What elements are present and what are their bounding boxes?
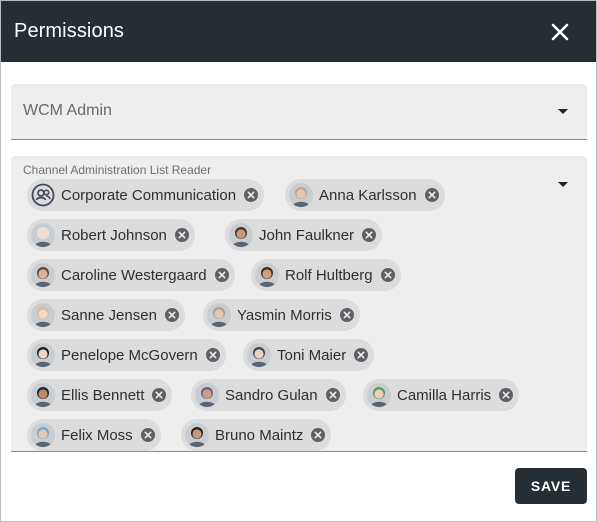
- permissions-dialog: Permissions WCM Admin Channel Administra…: [0, 0, 597, 522]
- chip-label: Felix Moss: [61, 426, 133, 444]
- avatar: [31, 303, 55, 327]
- avatar: [31, 263, 55, 287]
- chip-label: Bruno Maintz: [215, 426, 304, 444]
- chip-label: Caroline Westergaard: [61, 266, 207, 284]
- dropdown-caret-icon[interactable]: [558, 182, 568, 187]
- remove-chip-icon[interactable]: [354, 348, 369, 362]
- group-icon: [31, 183, 55, 207]
- chip-label: Sandro Gulan: [225, 386, 318, 404]
- avatar: [31, 423, 55, 447]
- avatar: [185, 423, 209, 447]
- chip-label: Robert Johnson: [61, 226, 167, 244]
- remove-chip-icon[interactable]: [424, 188, 439, 202]
- permission-chip[interactable]: Bruno Maintz: [181, 419, 332, 451]
- avatar: [195, 383, 219, 407]
- permission-chip[interactable]: Ellis Bennett: [27, 379, 173, 411]
- remove-chip-icon[interactable]: [311, 428, 326, 442]
- remove-chip-icon[interactable]: [244, 188, 259, 202]
- permission-chips-field[interactable]: Channel Administration List Reader Corpo…: [11, 156, 587, 452]
- remove-chip-icon[interactable]: [380, 268, 395, 282]
- remove-chip-icon[interactable]: [152, 388, 167, 402]
- permission-chip[interactable]: Caroline Westergaard: [27, 259, 235, 291]
- permission-chip[interactable]: John Faulkner: [225, 219, 383, 251]
- avatar: [247, 343, 271, 367]
- chip-label: Anna Karlsson: [319, 186, 417, 204]
- remove-chip-icon[interactable]: [214, 268, 229, 282]
- permission-chip[interactable]: Sanne Jensen: [27, 299, 185, 331]
- avatar: [255, 263, 279, 287]
- remove-chip-icon[interactable]: [339, 308, 354, 322]
- avatar: [229, 223, 253, 247]
- chip-label: Camilla Harris: [397, 386, 492, 404]
- avatar: [31, 383, 55, 407]
- chip-label: Rolf Hultberg: [285, 266, 373, 284]
- save-button[interactable]: SAVE: [515, 468, 587, 504]
- remove-chip-icon[interactable]: [325, 388, 340, 402]
- remove-chip-icon[interactable]: [499, 388, 514, 402]
- permission-chip[interactable]: Anna Karlsson: [285, 179, 445, 211]
- permission-chip[interactable]: Corporate Communication: [27, 179, 265, 211]
- chip-label: John Faulkner: [259, 226, 355, 244]
- dropdown-caret-icon[interactable]: [558, 109, 568, 114]
- chip-label: Yasmin Morris: [237, 306, 332, 324]
- dialog-header: Permissions: [1, 1, 596, 62]
- remove-chip-icon[interactable]: [140, 428, 155, 442]
- permission-chip[interactable]: Toni Maier: [243, 339, 375, 371]
- chip-label: Ellis Bennett: [61, 386, 145, 404]
- remove-chip-icon[interactable]: [205, 348, 220, 362]
- close-icon[interactable]: [550, 22, 570, 42]
- avatar: [31, 223, 55, 247]
- permission-chip[interactable]: Felix Moss: [27, 419, 161, 451]
- permission-chip[interactable]: Penelope McGovern: [27, 339, 226, 371]
- permission-chip[interactable]: Sandro Gulan: [191, 379, 346, 411]
- dialog-title: Permissions: [14, 20, 125, 42]
- avatar: [207, 303, 231, 327]
- avatar: [367, 383, 391, 407]
- avatar: [289, 183, 313, 207]
- permission-chip[interactable]: Camilla Harris: [363, 379, 520, 411]
- remove-chip-icon[interactable]: [362, 228, 377, 242]
- avatar: [31, 343, 55, 367]
- chip-label: Toni Maier: [277, 346, 347, 364]
- permission-chip[interactable]: Robert Johnson: [27, 219, 195, 251]
- chip-label: Corporate Communication: [61, 186, 237, 204]
- role-select[interactable]: WCM Admin: [11, 84, 587, 140]
- chip-label: Penelope McGovern: [61, 346, 198, 364]
- remove-chip-icon[interactable]: [174, 228, 189, 242]
- remove-chip-icon[interactable]: [164, 308, 179, 322]
- chip-label: Sanne Jensen: [61, 306, 157, 324]
- role-select-value: WCM Admin: [23, 102, 112, 119]
- permission-field-label: Channel Administration List Reader: [23, 163, 212, 177]
- permission-chip[interactable]: Rolf Hultberg: [251, 259, 401, 291]
- permission-chip[interactable]: Yasmin Morris: [203, 299, 360, 331]
